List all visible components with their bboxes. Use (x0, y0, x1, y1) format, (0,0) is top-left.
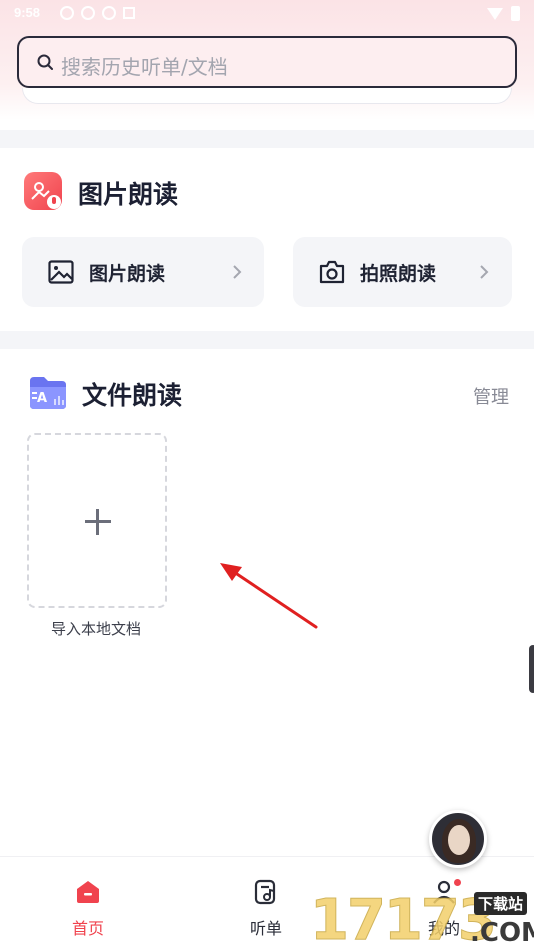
nav-label: 首页 (71, 919, 104, 938)
file-section-header: 文件朗读 (82, 376, 182, 412)
card-label: 图片朗读 (89, 263, 166, 285)
floating-avatar[interactable] (429, 810, 487, 868)
watermark-suffix: .COM (470, 918, 534, 948)
notification-dot (454, 879, 461, 886)
section-divider (0, 130, 534, 148)
picture-section-header: 图片朗读 (78, 175, 178, 211)
search-icon (37, 54, 53, 70)
section-title: 图片朗读 (78, 180, 179, 209)
watermark-tag: 下载站 (474, 892, 528, 915)
notification-icon (102, 6, 116, 20)
nav-home[interactable]: 首页 (48, 879, 128, 939)
avatar-face (448, 825, 470, 855)
nav-label: 听单 (249, 919, 282, 938)
status-time: 9:58 (14, 5, 41, 20)
chevron-right-icon (233, 265, 242, 279)
wifi-icon (487, 7, 503, 20)
home-icon (77, 881, 99, 903)
manage-button[interactable]: 管理 (473, 383, 509, 409)
import-document-button[interactable] (27, 433, 167, 608)
nav-playlist[interactable]: 听单 (226, 879, 306, 939)
section-divider (0, 331, 534, 349)
watermark-number: 17173 (310, 888, 498, 950)
plus-icon (96, 509, 99, 535)
search-placeholder: 搜索历史听单/文档 (61, 55, 228, 79)
notification-icon (60, 6, 74, 20)
import-document-label: 导入本地文档 (51, 620, 142, 638)
chevron-right-icon (480, 265, 489, 279)
section-title: 文件朗读 (82, 381, 183, 410)
notification-icon (123, 7, 135, 19)
search-input[interactable]: 搜索历史听单/文档 (17, 36, 517, 88)
image-icon (48, 260, 74, 284)
site-watermark: 17173 下载站 .COM (310, 888, 534, 950)
picture-read-card[interactable]: 图片朗读 (22, 237, 264, 307)
annotation-arrow (220, 563, 318, 629)
notification-icon (81, 6, 95, 20)
scrolled-card-edge (22, 88, 512, 104)
camera-icon (319, 260, 345, 284)
playlist-icon (254, 879, 276, 905)
card-label: 拍照朗读 (360, 263, 437, 285)
floating-edge-handle[interactable] (529, 645, 534, 693)
picture-read-badge-icon (24, 172, 62, 210)
battery-icon (511, 6, 520, 21)
notification-icons (60, 6, 135, 20)
svg-text:A: A (37, 391, 47, 406)
file-read-badge-icon: A (28, 375, 68, 411)
status-bar: 9:58 (0, 0, 534, 28)
photo-read-card[interactable]: 拍照朗读 (293, 237, 512, 307)
system-icons (487, 6, 520, 21)
